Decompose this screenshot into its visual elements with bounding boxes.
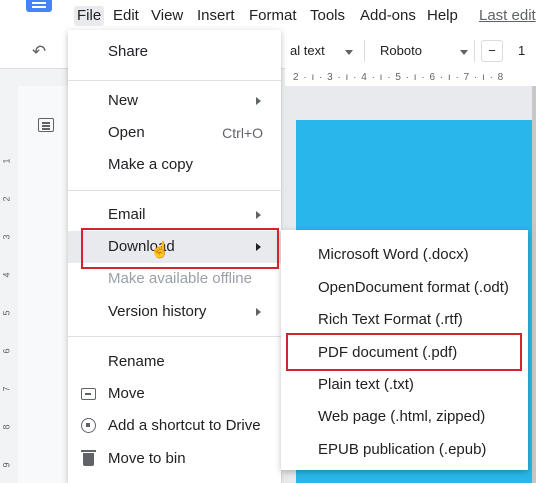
open-shortcut: Ctrl+O xyxy=(222,125,263,141)
download-odt-label: OpenDocument format (.odt) xyxy=(318,279,509,296)
vertical-ruler[interactable]: 1 2 3 4 5 6 7 8 9 xyxy=(0,86,18,483)
folder-move-icon xyxy=(81,388,96,400)
file-menu-rename-label: Rename xyxy=(108,353,165,370)
menu-view[interactable]: View xyxy=(151,6,183,26)
undo-icon[interactable]: ↶ xyxy=(32,42,46,62)
file-menu-rename[interactable]: Rename xyxy=(68,346,281,378)
file-menu-move-to-bin-label: Move to bin xyxy=(108,450,186,467)
style-select[interactable]: al text xyxy=(290,43,325,58)
ruler-tick: 8 xyxy=(1,424,12,430)
download-pdf[interactable]: PDF document (.pdf) xyxy=(281,337,528,369)
drive-shortcut-icon xyxy=(81,418,96,433)
ruler-tick: 7 xyxy=(1,386,12,392)
download-pdf-label: PDF document (.pdf) xyxy=(318,344,458,361)
menu-tools[interactable]: Tools xyxy=(310,6,345,26)
file-menu-add-shortcut[interactable]: Add a shortcut to Drive xyxy=(68,410,281,442)
download-rtf[interactable]: Rich Text Format (.rtf) xyxy=(281,304,528,336)
file-menu-new[interactable]: New xyxy=(68,85,281,117)
ruler-tick: 4 xyxy=(1,272,12,278)
menu-divider xyxy=(68,80,281,81)
file-menu-offline: Make available offline xyxy=(68,263,281,295)
download-submenu: Microsoft Word (.docx) OpenDocument form… xyxy=(281,230,528,470)
ruler-tick: 5 xyxy=(1,310,12,316)
file-menu-move-label: Move xyxy=(108,385,145,402)
last-edit-link[interactable]: Last edit xyxy=(479,6,536,26)
file-menu-move-to-bin[interactable]: Move to bin xyxy=(68,443,281,475)
ruler-tick: 2 xyxy=(1,196,12,202)
file-menu-new-label: New xyxy=(108,92,139,109)
file-menu-download[interactable]: Download xyxy=(68,231,281,263)
hand-cursor-icon: ☝ xyxy=(150,242,170,259)
download-txt-label: Plain text (.txt) xyxy=(318,376,414,393)
ruler-tick: 3 xyxy=(1,234,12,240)
download-rtf-label: Rich Text Format (.rtf) xyxy=(318,311,463,328)
download-epub[interactable]: EPUB publication (.epub) xyxy=(281,434,528,466)
ruler-tick: 1 xyxy=(1,158,12,164)
download-odt[interactable]: OpenDocument format (.odt) xyxy=(281,272,528,304)
file-menu: Share New Open Ctrl+O Make a copy Email … xyxy=(68,30,281,483)
chevron-right-icon xyxy=(256,211,261,219)
ruler-ticks: 2 · ı · 3 · ı · 4 · ı · 5 · ı · 6 · ı · … xyxy=(293,72,505,83)
menu-format[interactable]: Format xyxy=(249,6,297,26)
menu-bar: File Edit View Insert Format Tools Add-o… xyxy=(0,0,536,32)
outline-panel xyxy=(18,86,69,483)
download-html-label: Web page (.html, zipped) xyxy=(318,408,486,425)
menu-file[interactable]: File xyxy=(74,6,105,26)
file-menu-open-label: Open xyxy=(108,124,145,141)
file-menu-version-history-label: Version history xyxy=(108,303,207,320)
download-html[interactable]: Web page (.html, zipped) xyxy=(281,401,528,433)
file-menu-open[interactable]: Open Ctrl+O xyxy=(68,117,281,149)
download-epub-label: EPUB publication (.epub) xyxy=(318,441,487,458)
toolbar-divider xyxy=(364,40,365,62)
file-menu-email-label: Email xyxy=(108,206,146,223)
file-menu-move[interactable]: Move xyxy=(68,378,281,410)
chevron-down-icon[interactable] xyxy=(460,50,468,55)
chevron-right-icon xyxy=(256,243,261,251)
download-docx-label: Microsoft Word (.docx) xyxy=(318,246,469,263)
menu-divider xyxy=(68,190,281,191)
ruler-tick: 9 xyxy=(1,462,12,468)
font-select[interactable]: Roboto xyxy=(380,43,422,58)
file-menu-share-label: Share xyxy=(108,43,149,60)
file-menu-make-copy-label: Make a copy xyxy=(108,156,194,173)
font-size-decrease-button[interactable]: − xyxy=(481,40,503,62)
scrollbar[interactable] xyxy=(532,86,536,483)
menu-divider xyxy=(68,336,281,337)
download-docx[interactable]: Microsoft Word (.docx) xyxy=(281,239,528,271)
menu-addons[interactable]: Add-ons xyxy=(360,6,416,26)
file-menu-add-shortcut-label: Add a shortcut to Drive xyxy=(108,417,261,434)
file-menu-share[interactable]: Share xyxy=(68,36,281,68)
chevron-right-icon xyxy=(256,97,261,105)
docs-logo-icon[interactable] xyxy=(26,0,52,12)
chevron-down-icon[interactable] xyxy=(345,50,353,55)
document-outline-icon[interactable] xyxy=(38,118,54,132)
trash-icon xyxy=(81,450,96,466)
file-menu-version-history[interactable]: Version history xyxy=(68,296,281,328)
font-size-input[interactable]: 1 xyxy=(518,43,525,58)
chevron-right-icon xyxy=(256,308,261,316)
menu-help[interactable]: Help xyxy=(427,6,458,26)
toolbar-divider xyxy=(474,40,475,62)
download-txt[interactable]: Plain text (.txt) xyxy=(281,369,528,401)
horizontal-ruler[interactable]: 2 · ı · 3 · ı · 4 · ı · 5 · ı · 6 · ı · … xyxy=(285,68,536,87)
file-menu-make-copy[interactable]: Make a copy xyxy=(68,149,281,181)
menu-edit[interactable]: Edit xyxy=(113,6,139,26)
file-menu-email[interactable]: Email xyxy=(68,199,281,231)
ruler-tick: 6 xyxy=(1,348,12,354)
menu-insert[interactable]: Insert xyxy=(197,6,235,26)
file-menu-offline-label: Make available offline xyxy=(108,270,252,287)
